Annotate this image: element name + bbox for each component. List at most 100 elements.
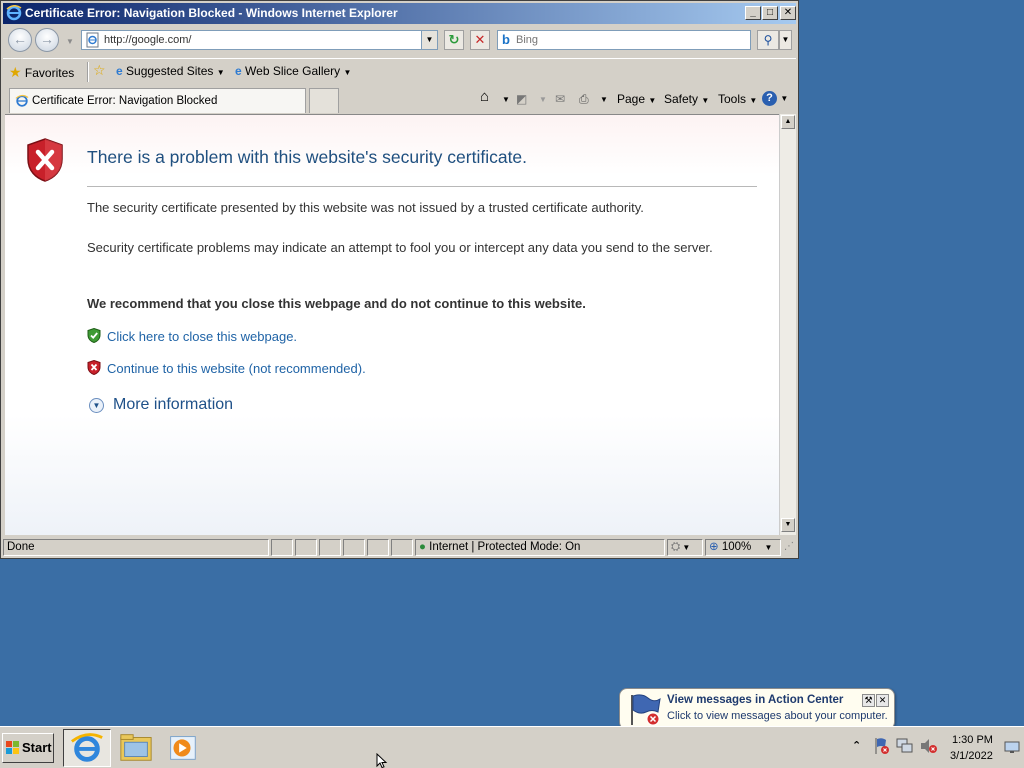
search-options-dropdown[interactable]: ▼ (779, 30, 792, 50)
address-dropdown[interactable]: ▼ (421, 31, 437, 49)
tools-menu-label: Tools (718, 92, 747, 106)
status-pane (319, 539, 341, 556)
print-dropdown[interactable]: ▼ (600, 95, 608, 104)
show-desktop-icon[interactable] (1004, 741, 1020, 753)
address-bar[interactable]: http://google.com/ ▼ (81, 30, 438, 50)
scroll-up-button[interactable]: ▲ (781, 115, 795, 129)
shield-error-icon (87, 360, 101, 375)
internet-explorer-icon (6, 5, 22, 21)
forward-button[interactable]: → (35, 28, 59, 52)
safety-menu-label: Safety (664, 92, 699, 106)
status-bar: Done ● Internet | Protected Mode: On ⛭ ▼… (3, 538, 796, 557)
back-button[interactable]: ← (8, 28, 32, 52)
notification-close-button[interactable]: ✕ (876, 694, 889, 707)
scroll-down-button[interactable]: ▼ (781, 518, 795, 532)
clock-date[interactable]: 3/1/2022 (950, 750, 993, 762)
read-mail-icon[interactable]: ✉ (555, 92, 565, 106)
lock-icon: ⛭ (671, 541, 681, 553)
address-text[interactable]: http://google.com/ (104, 34, 191, 46)
home-dropdown[interactable]: ▼ (502, 95, 510, 104)
suggested-sites-label: Suggested Sites (126, 64, 214, 78)
search-box[interactable]: b (497, 30, 751, 50)
close-webpage-link[interactable]: Click here to close this webpage. (87, 328, 297, 344)
tab-bar: Certificate Error: Navigation Blocked ⌂ … (3, 86, 796, 113)
browser-window: Certificate Error: Navigation Blocked - … (0, 0, 799, 559)
internet-explorer-icon (70, 733, 103, 762)
recommendation-text: We recommend that you close this webpage… (87, 296, 586, 311)
taskbar-media-player[interactable] (163, 729, 203, 767)
status-pane (295, 539, 317, 556)
page-menu[interactable]: Page ▼ (617, 92, 656, 106)
search-button[interactable]: ⚲ (757, 30, 779, 50)
network-icon[interactable] (896, 738, 914, 754)
media-player-icon (170, 736, 196, 760)
title-bar[interactable]: Certificate Error: Navigation Blocked - … (3, 3, 796, 24)
dropdown-arrow-icon: ▼ (343, 68, 352, 77)
close-button[interactable]: ✕ (780, 6, 796, 20)
maximize-button[interactable]: □ (762, 6, 778, 20)
security-zone[interactable]: ● Internet | Protected Mode: On (415, 539, 665, 556)
folder-icon (120, 734, 152, 761)
print-icon[interactable]: ⎙ (579, 92, 589, 107)
dropdown-arrow-icon: ▼ (701, 96, 710, 105)
taskbar-windows-explorer[interactable] (113, 729, 161, 767)
tab-label: Certificate Error: Navigation Blocked (32, 95, 218, 107)
taskbar-internet-explorer[interactable] (63, 729, 111, 767)
dropdown-arrow-icon: ▼ (749, 96, 758, 105)
page-content: There is a problem with this website's s… (5, 114, 779, 535)
navigation-bar: ← → ▼ http://google.com/ ▼ ↻ ✕ b ⚲ ▼ (3, 26, 796, 56)
resize-grip-icon[interactable]: ⋰ (784, 541, 794, 552)
star-icon: ★ (9, 64, 22, 80)
vertical-scrollbar[interactable]: ▲ ▼ (779, 114, 796, 535)
popup-blocker-status[interactable]: ⛭ ▼ (667, 539, 703, 556)
status-pane (391, 539, 413, 556)
action-center-notification[interactable]: View messages in Action Center Click to … (619, 688, 895, 739)
shield-ok-icon (87, 328, 101, 343)
safety-menu[interactable]: Safety ▼ (664, 92, 709, 106)
volume-muted-icon[interactable] (920, 738, 938, 754)
refresh-button[interactable]: ↻ (444, 30, 464, 50)
dropdown-arrow-icon: ▼ (216, 68, 225, 77)
risk-message: Security certificate problems may indica… (87, 240, 713, 255)
recent-pages-dropdown[interactable]: ▼ (66, 37, 74, 46)
more-information-toggle[interactable]: ▼ More information (89, 396, 233, 414)
status-pane (343, 539, 365, 556)
notification-subtitle: Click to view messages about your comput… (667, 710, 888, 722)
stop-button[interactable]: ✕ (470, 30, 490, 50)
home-icon[interactable]: ⌂ (480, 88, 489, 105)
title-divider (87, 186, 757, 187)
ie-page-icon: e (235, 64, 242, 78)
windows-logo-icon (6, 741, 19, 754)
feeds-dropdown[interactable]: ▼ (539, 95, 547, 104)
clock-time[interactable]: 1:30 PM (952, 734, 993, 746)
action-center-tray-icon[interactable] (874, 737, 890, 755)
taskbar: Start ⌃ 1:30 PM 3/1/2022 (0, 726, 1024, 768)
tools-menu[interactable]: Tools ▼ (718, 92, 757, 106)
tab-certificate-error[interactable]: Certificate Error: Navigation Blocked (9, 88, 306, 113)
ie-page-icon: e (116, 64, 123, 78)
page-title: There is a problem with this website's s… (87, 147, 528, 167)
more-information-label: More information (113, 396, 234, 413)
continue-to-website-link[interactable]: Continue to this website (not recommende… (87, 360, 366, 376)
minimize-button[interactable]: _ (745, 6, 761, 20)
continue-to-website-label[interactable]: Continue to this website (not recommende… (107, 361, 366, 376)
page-icon (86, 32, 99, 48)
new-tab-button[interactable] (309, 88, 339, 113)
show-hidden-icons-icon[interactable]: ⌃ (852, 739, 861, 752)
suggested-sites-button[interactable]: e Suggested Sites ▼ (116, 64, 225, 78)
close-webpage-label[interactable]: Click here to close this webpage. (107, 329, 297, 344)
search-input[interactable] (516, 32, 746, 48)
zoom-control[interactable]: ⊕ 100% ▼ (705, 539, 781, 556)
start-label: Start (22, 740, 52, 755)
start-button[interactable]: Start (2, 733, 54, 763)
globe-icon: ● (419, 541, 426, 553)
add-to-favorites-icon[interactable]: ☆ (93, 62, 106, 79)
feeds-icon[interactable]: ◩ (516, 92, 527, 106)
favorites-button[interactable]: ★ Favorites (9, 64, 74, 81)
help-menu[interactable]: ? ▼ (762, 90, 788, 106)
notification-options-icon[interactable]: ⚒ (862, 694, 875, 707)
action-center-flag-icon (631, 694, 661, 726)
web-slice-gallery-button[interactable]: e Web Slice Gallery ▼ (235, 64, 351, 78)
issuer-message: The security certificate presented by th… (87, 200, 644, 215)
status-pane (271, 539, 293, 556)
